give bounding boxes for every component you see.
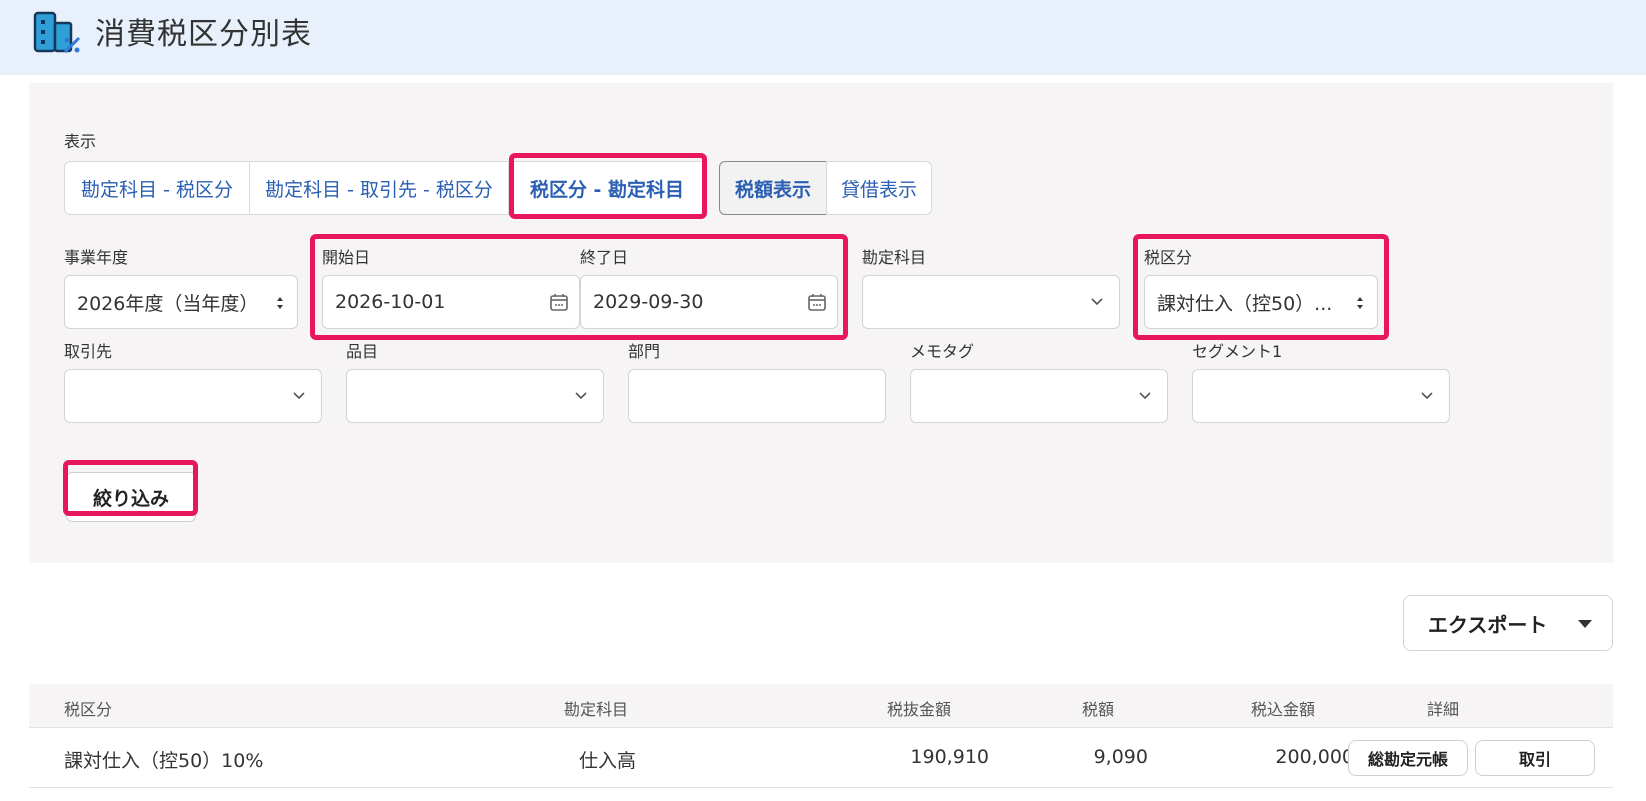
segment1-label: セグメント1: [1192, 342, 1283, 361]
memo-tag-label: メモタグ: [910, 342, 975, 361]
updown-arrows-icon: [1357, 297, 1363, 309]
end-date-input[interactable]: 2029-09-30: [580, 275, 838, 329]
account-label: 勘定科目: [862, 248, 927, 267]
fiscal-year-value: 2026年度（当年度）: [77, 292, 259, 315]
view-account-tax[interactable]: 勘定科目 - 税区分: [64, 161, 250, 215]
th-tax-category: 税区分: [64, 700, 113, 719]
chevron-down-icon: [1091, 298, 1103, 306]
caret-down-icon: [1578, 620, 1592, 628]
start-date-value: 2026-10-01: [335, 291, 446, 313]
export-button[interactable]: エクスポート: [1403, 595, 1613, 651]
th-account: 勘定科目: [564, 700, 629, 719]
start-date-input[interactable]: 2026-10-01: [322, 275, 580, 329]
amount-tax-display[interactable]: 税額表示: [719, 161, 827, 215]
segment1-select[interactable]: [1192, 369, 1450, 423]
cell-incl-amount: 200,000: [1275, 746, 1354, 768]
tax-category-label: 税区分: [1144, 248, 1193, 267]
fiscal-year-label: 事業年度: [64, 248, 129, 267]
memo-tag-select[interactable]: [910, 369, 1168, 423]
display-label: 表示: [64, 132, 97, 151]
th-incl-amount: 税込金額: [1251, 700, 1316, 719]
page-header: 消費税区分別表: [0, 0, 1646, 75]
general-ledger-button[interactable]: 総勘定元帳: [1348, 740, 1468, 776]
cell-account: 仕入高: [579, 750, 637, 772]
export-label: エクスポート: [1428, 612, 1548, 637]
cell-tax-category: 課対仕入（控50）10%: [64, 750, 264, 772]
th-detail: 詳細: [1427, 700, 1460, 719]
chevron-down-icon: [1421, 392, 1433, 400]
transactions-button[interactable]: 取引: [1475, 740, 1595, 776]
start-date-label: 開始日: [322, 248, 371, 267]
department-label: 部門: [628, 342, 661, 361]
chevron-down-icon: [293, 392, 305, 400]
calendar-icon[interactable]: [807, 292, 827, 312]
building-chart-icon: [33, 11, 81, 54]
calendar-icon[interactable]: [549, 292, 569, 312]
end-date-value: 2029-09-30: [593, 291, 704, 313]
cell-excl-amount: 190,910: [910, 746, 989, 768]
partner-select[interactable]: [64, 369, 322, 423]
tax-category-select[interactable]: 課対仕入（控50）...: [1144, 275, 1378, 329]
table-row: 課対仕入（控50）10% 仕入高 190,910 9,090 200,000 総…: [29, 728, 1613, 788]
amount-debit-credit-display[interactable]: 貸借表示: [826, 161, 932, 215]
item-label: 品目: [346, 342, 379, 361]
department-input[interactable]: [628, 369, 886, 423]
chevron-down-icon: [1139, 392, 1151, 400]
end-date-label: 終了日: [580, 248, 629, 267]
chevron-down-icon: [575, 392, 587, 400]
cell-tax-amount: 9,090: [1093, 746, 1148, 768]
fiscal-year-select[interactable]: 2026年度（当年度）: [64, 275, 298, 329]
view-tax-account[interactable]: 税区分 - 勘定科目: [508, 161, 706, 215]
view-account-partner-tax[interactable]: 勘定科目 - 取引先 - 税区分: [249, 161, 509, 215]
tax-category-value: 課対仕入（控50）...: [1157, 292, 1333, 315]
page-title: 消費税区分別表: [95, 17, 312, 52]
filter-button[interactable]: 絞り込み: [66, 472, 196, 522]
item-select[interactable]: [346, 369, 604, 423]
partner-label: 取引先: [64, 342, 113, 361]
account-select[interactable]: [862, 275, 1120, 329]
th-tax-amount: 税額: [1082, 700, 1115, 719]
table-header: 税区分 勘定科目 税抜金額 税額 税込金額 詳細: [29, 684, 1613, 728]
th-excl-amount: 税抜金額: [887, 700, 952, 719]
updown-arrows-icon: [277, 297, 283, 309]
